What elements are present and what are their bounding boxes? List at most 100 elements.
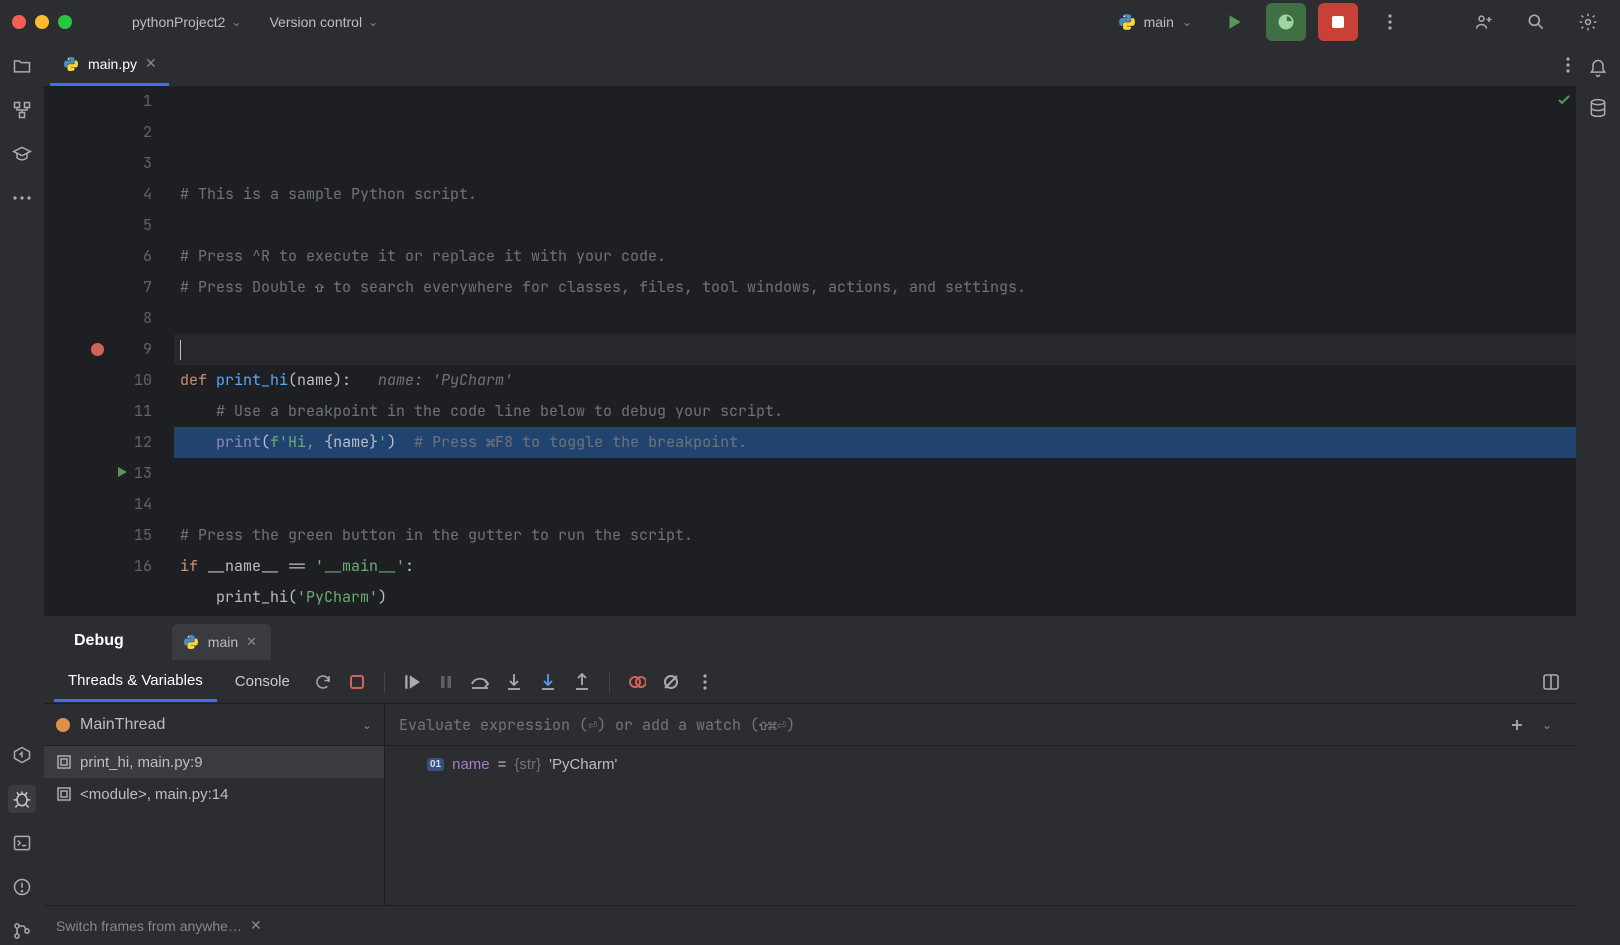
- code-line[interactable]: [174, 210, 1576, 241]
- editor[interactable]: 12345678910111213141516 # This is a samp…: [44, 86, 1576, 615]
- line-number[interactable]: 7: [44, 272, 152, 303]
- line-number[interactable]: 9: [44, 334, 152, 365]
- code-line[interactable]: [174, 613, 1576, 615]
- code-line[interactable]: # Use a breakpoint in the code line belo…: [174, 396, 1576, 427]
- line-number[interactable]: 11: [44, 396, 152, 427]
- chevron-down-icon: ⌄: [368, 15, 378, 29]
- session-label: main: [208, 634, 238, 650]
- mute-breakpoints-button[interactable]: [656, 667, 686, 697]
- evaluate-input[interactable]: [399, 715, 1502, 735]
- thread-status-icon: [56, 718, 70, 732]
- pause-button[interactable]: [431, 667, 461, 697]
- view-breakpoints-button[interactable]: [622, 667, 652, 697]
- step-into-button[interactable]: [499, 667, 529, 697]
- line-number[interactable]: 4: [44, 179, 152, 210]
- git-tool-button[interactable]: [8, 917, 36, 945]
- more-actions-button[interactable]: [1370, 3, 1410, 41]
- step-over-button[interactable]: [465, 667, 495, 697]
- expand-watch-button[interactable]: ⌄: [1532, 710, 1562, 740]
- force-step-into-button[interactable]: [533, 667, 563, 697]
- debug-session-tab[interactable]: main ✕: [172, 624, 271, 660]
- learn-tool-button[interactable]: [8, 140, 36, 168]
- run-config-dropdown[interactable]: main ⌄: [1108, 9, 1202, 35]
- stack-frame[interactable]: print_hi, main.py:9: [44, 746, 384, 778]
- line-number[interactable]: 14: [44, 489, 152, 520]
- stop-button[interactable]: [1318, 3, 1358, 41]
- debug-button[interactable]: [1266, 3, 1306, 41]
- console-tab[interactable]: Console: [221, 663, 304, 700]
- editor-more-button[interactable]: [1566, 57, 1570, 73]
- python-icon: [182, 633, 200, 651]
- code-line[interactable]: def print_hi(name): name: 'PyCharm': [174, 365, 1576, 396]
- editor-tab-main[interactable]: main.py ✕: [50, 44, 169, 86]
- rerun-button[interactable]: [308, 667, 338, 697]
- project-name: pythonProject2: [132, 14, 225, 30]
- debug-toolbar: Threads & Variables Console: [44, 660, 1576, 704]
- code-line[interactable]: # Press the green button in the gutter t…: [174, 520, 1576, 551]
- more-tools-button[interactable]: [8, 184, 36, 212]
- close-icon[interactable]: ✕: [246, 634, 257, 650]
- line-number[interactable]: 6: [44, 241, 152, 272]
- frame-icon: [56, 786, 72, 802]
- layout-settings-button[interactable]: [1536, 667, 1566, 697]
- database-button[interactable]: [1588, 98, 1608, 118]
- close-notification-button[interactable]: ✕: [250, 917, 262, 934]
- tab-label: main.py: [88, 56, 137, 72]
- debug-tool-button[interactable]: [8, 785, 36, 813]
- notifications-button[interactable]: [1588, 58, 1608, 78]
- services-tool-button[interactable]: [8, 741, 36, 769]
- line-number[interactable]: 8: [44, 303, 152, 334]
- line-number[interactable]: 2: [44, 117, 152, 148]
- code-line[interactable]: [174, 334, 1576, 365]
- thread-selector[interactable]: MainThread ⌄: [44, 704, 384, 746]
- notification-bar: Switch frames from anywhe… ✕: [44, 905, 1576, 945]
- code-line[interactable]: # This is a sample Python script.: [174, 179, 1576, 210]
- code-line[interactable]: [174, 458, 1576, 489]
- breakpoint-icon[interactable]: [91, 343, 104, 356]
- notification-text: Switch frames from anywhe…: [56, 918, 242, 934]
- threads-tab[interactable]: Threads & Variables: [54, 662, 217, 702]
- code-line[interactable]: [174, 489, 1576, 520]
- minimize-window-button[interactable]: [35, 15, 49, 29]
- line-number[interactable]: 1: [44, 86, 152, 117]
- frame-list: print_hi, main.py:9<module>, main.py:14: [44, 746, 384, 905]
- project-tool-button[interactable]: [8, 52, 36, 80]
- code-with-me-button[interactable]: [1464, 3, 1504, 41]
- code-area[interactable]: # This is a sample Python script. # Press…: [174, 86, 1576, 615]
- code-line[interactable]: print_hi('PyCharm'): [174, 582, 1576, 613]
- close-window-button[interactable]: [12, 15, 26, 29]
- maximize-window-button[interactable]: [58, 15, 72, 29]
- structure-tool-button[interactable]: [8, 96, 36, 124]
- add-watch-button[interactable]: [1502, 710, 1532, 740]
- version-control-dropdown[interactable]: Version control ⌄: [261, 10, 386, 34]
- settings-button[interactable]: [1568, 3, 1608, 41]
- stack-frame[interactable]: <module>, main.py:14: [44, 778, 384, 810]
- line-number[interactable]: 12: [44, 427, 152, 458]
- stop-debug-button[interactable]: [342, 667, 372, 697]
- run-gutter-icon[interactable]: [116, 466, 128, 478]
- line-number[interactable]: 5: [44, 210, 152, 241]
- debug-tool-title[interactable]: Debug: [56, 622, 142, 660]
- code-line[interactable]: print(f'Hi, {name}') # Press ⌘F8 to togg…: [174, 427, 1576, 458]
- project-dropdown[interactable]: pythonProject2 ⌄: [124, 10, 249, 34]
- line-number[interactable]: 15: [44, 520, 152, 551]
- debug-more-button[interactable]: [690, 667, 720, 697]
- gutter: 12345678910111213141516: [44, 86, 174, 615]
- run-button[interactable]: [1214, 3, 1254, 41]
- terminal-tool-button[interactable]: [8, 829, 36, 857]
- code-line[interactable]: # Press Double ⇧ to search everywhere fo…: [174, 272, 1576, 303]
- line-number[interactable]: 3: [44, 148, 152, 179]
- step-out-button[interactable]: [567, 667, 597, 697]
- code-line[interactable]: if __name__ == '__main__':: [174, 551, 1576, 582]
- line-number[interactable]: 16: [44, 551, 152, 582]
- code-line[interactable]: # Press ^R to execute it or replace it w…: [174, 241, 1576, 272]
- code-line[interactable]: [174, 303, 1576, 334]
- close-icon[interactable]: ✕: [145, 55, 157, 72]
- variable-row[interactable]: 01name = {str} 'PyCharm': [385, 752, 1576, 777]
- titlebar: pythonProject2 ⌄ Version control ⌄ main …: [0, 0, 1620, 44]
- problems-tool-button[interactable]: [8, 873, 36, 901]
- resume-button[interactable]: [397, 667, 427, 697]
- search-button[interactable]: [1516, 3, 1556, 41]
- line-number[interactable]: 13: [44, 458, 152, 489]
- line-number[interactable]: 10: [44, 365, 152, 396]
